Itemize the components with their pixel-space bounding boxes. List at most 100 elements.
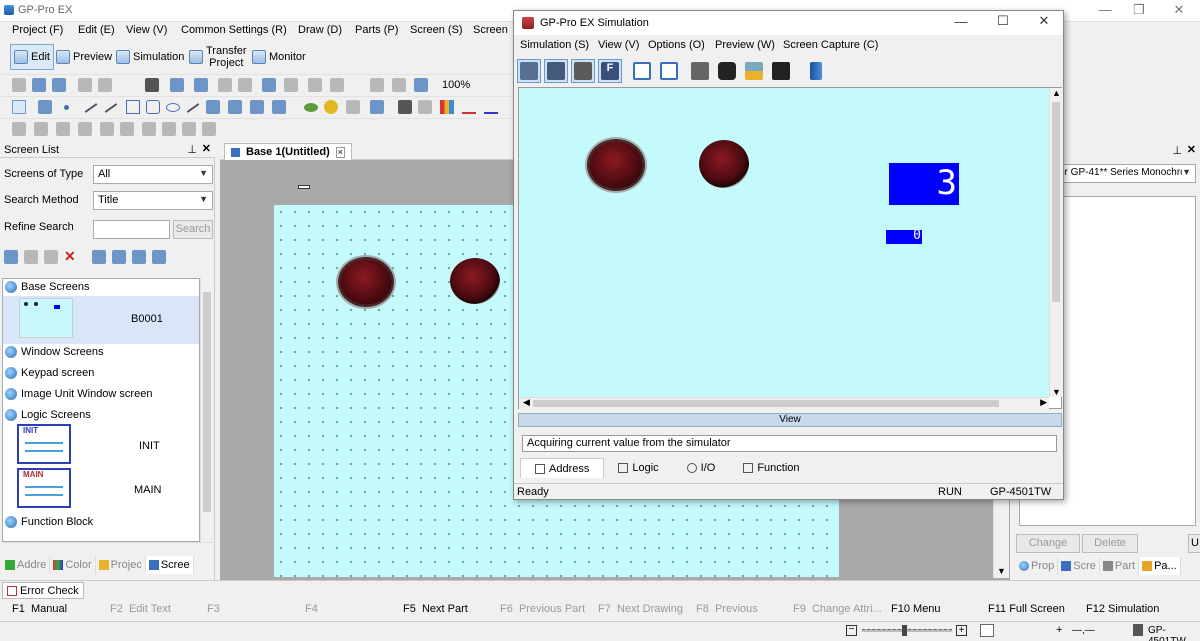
u-button[interactable]: U xyxy=(1188,534,1200,553)
rectangle-tool-icon[interactable] xyxy=(126,100,140,114)
copy-icon[interactable] xyxy=(238,78,252,92)
zoom-slider-thumb[interactable] xyxy=(902,625,907,636)
rotate-icon[interactable] xyxy=(142,122,156,136)
tree-window-screens[interactable]: Window Screens xyxy=(5,346,104,358)
simulated-screen[interactable]: 3 0 xyxy=(519,88,1049,397)
screen-import-icon[interactable] xyxy=(92,250,106,264)
lamp-part-icon[interactable] xyxy=(324,100,338,114)
copy-screen-icon[interactable] xyxy=(24,250,38,264)
menu-common-settings[interactable]: Common Settings (R) xyxy=(181,24,287,36)
grid-tool-icon[interactable] xyxy=(272,100,286,114)
fill-tool-icon[interactable] xyxy=(250,100,264,114)
lamp-part-1[interactable] xyxy=(340,259,392,305)
minimize-icon[interactable]: — xyxy=(1090,2,1120,17)
new-screen-icon[interactable] xyxy=(4,250,18,264)
sim-logic-tool-button[interactable] xyxy=(544,59,568,83)
scroll-thumb[interactable] xyxy=(533,400,999,407)
order-back-icon[interactable] xyxy=(202,122,216,136)
tab-project[interactable]: Projec xyxy=(96,556,146,574)
tab-screen-data[interactable]: Scre xyxy=(1058,557,1100,575)
menu-draw[interactable]: Draw (D) xyxy=(298,24,342,36)
new-icon[interactable] xyxy=(12,78,26,92)
group-icon[interactable] xyxy=(56,122,70,136)
transfer-project-button[interactable]: Transfer Project xyxy=(185,44,251,70)
tree-base-screens[interactable]: Base Screens xyxy=(5,281,89,293)
line-chart-icon[interactable] xyxy=(462,100,476,114)
main-logic-thumbnail[interactable]: MAIN xyxy=(17,468,71,508)
refine-search-input[interactable] xyxy=(93,220,170,239)
sim-menu-simulation[interactable]: Simulation (S) xyxy=(520,39,589,51)
menu-project[interactable]: Project (F) xyxy=(12,24,63,36)
menu-screen-2[interactable]: Screen xyxy=(473,24,508,36)
tab-parts[interactable]: Part xyxy=(1100,557,1140,575)
simulation-button[interactable]: Simulation xyxy=(112,44,188,70)
polyline-tool-icon[interactable] xyxy=(104,103,118,113)
switch-part-icon[interactable] xyxy=(304,103,318,112)
tab-address[interactable]: Addre xyxy=(2,556,51,574)
screens-of-type-select[interactable]: All ▼ xyxy=(93,165,213,184)
tab-close-icon[interactable]: × xyxy=(335,146,346,158)
fkey-f3[interactable]: F3 xyxy=(207,603,220,615)
sim-menu-view[interactable]: View (V) xyxy=(598,39,639,51)
tab-properties[interactable]: Prop xyxy=(1016,557,1059,575)
paste-screen-icon[interactable] xyxy=(44,250,58,264)
sim-tab-logic[interactable]: Logic xyxy=(604,458,672,478)
sim-camera-button[interactable] xyxy=(715,59,739,83)
space-vertical-icon[interactable] xyxy=(100,122,114,136)
screen-icon[interactable] xyxy=(170,78,184,92)
zoom-level[interactable]: 100% xyxy=(442,79,470,91)
fkey-f2[interactable]: F2 Edit Text xyxy=(110,603,171,615)
numeric-display-2[interactable]: 0 xyxy=(886,228,922,244)
delete-button[interactable]: Delete xyxy=(1082,534,1138,553)
tree-keypad-screen[interactable]: Keypad screen xyxy=(5,367,94,379)
scroll-down-icon[interactable]: ▼ xyxy=(997,566,1006,576)
fkey-f12[interactable]: F12 Simulation xyxy=(1086,603,1159,615)
scissors-icon[interactable] xyxy=(308,78,322,92)
zoom-slider[interactable] xyxy=(862,629,952,632)
edit-mode-button[interactable]: Edit xyxy=(10,44,54,70)
fkey-f4[interactable]: F4 xyxy=(305,603,318,615)
print-icon[interactable] xyxy=(78,78,92,92)
zoom-in-icon[interactable]: + xyxy=(956,625,967,636)
model-select[interactable]: or GP-41** Series Monochro ▼ xyxy=(1054,164,1196,183)
scale-tool-icon[interactable] xyxy=(228,100,242,114)
screen-export-icon[interactable] xyxy=(112,250,126,264)
paste-icon[interactable] xyxy=(330,78,344,92)
delete-icon[interactable] xyxy=(392,78,406,92)
sim-io-tool-button[interactable] xyxy=(571,59,595,83)
change-button[interactable]: Change xyxy=(1016,534,1080,553)
numeric-display-1[interactable]: 3 xyxy=(889,163,959,205)
fkey-f1[interactable]: F1 Manual xyxy=(12,603,67,615)
screen-tree-icon[interactable] xyxy=(152,250,166,264)
fkey-f11[interactable]: F11 Full Screen xyxy=(988,603,1065,615)
sim-address-tool-button[interactable] xyxy=(517,59,541,83)
sim-horizontal-scrollbar[interactable]: ◀ ▶ xyxy=(519,397,1049,409)
sim-maximize-icon[interactable]: ☐ xyxy=(988,13,1018,29)
align-left-icon[interactable] xyxy=(12,122,26,136)
scroll-down-icon[interactable]: ▼ xyxy=(1052,387,1061,397)
zoom-out-icon[interactable]: − xyxy=(846,625,857,636)
tree-horizontal-scrollbar[interactable] xyxy=(2,542,213,554)
save-icon[interactable] xyxy=(52,78,66,92)
fit-screen-icon[interactable] xyxy=(980,624,994,637)
tab-pa[interactable]: Pa... xyxy=(1139,557,1181,575)
sim-tab-function[interactable]: Function xyxy=(729,458,813,478)
fkey-f9[interactable]: F9 Change Attri... xyxy=(793,603,882,615)
tree-image-unit[interactable]: Image Unit Window screen xyxy=(5,388,152,400)
panel-close-icon[interactable]: ✕ xyxy=(1187,143,1196,156)
center-icon[interactable] xyxy=(120,122,134,136)
arc-tool-icon[interactable] xyxy=(186,103,200,113)
sim-video-button[interactable] xyxy=(769,59,793,83)
lamp-part-2[interactable] xyxy=(450,258,500,304)
tree-vertical-scrollbar[interactable] xyxy=(200,278,213,542)
scroll-thumb[interactable] xyxy=(1052,102,1060,302)
space-horizontal-icon[interactable] xyxy=(78,122,92,136)
panel-close-icon[interactable]: ✕ xyxy=(202,142,211,155)
print-preview-icon[interactable] xyxy=(98,78,112,92)
tab-base-1[interactable]: Base 1(Untitled) × xyxy=(224,143,353,160)
align-top-icon[interactable] xyxy=(34,122,48,136)
search-button[interactable]: Search xyxy=(173,220,213,239)
base-screen-row[interactable]: B0001 xyxy=(3,296,199,344)
scroll-left-icon[interactable]: ◀ xyxy=(523,397,530,408)
sim-menu-screen-capture[interactable]: Screen Capture (C) xyxy=(783,39,878,51)
